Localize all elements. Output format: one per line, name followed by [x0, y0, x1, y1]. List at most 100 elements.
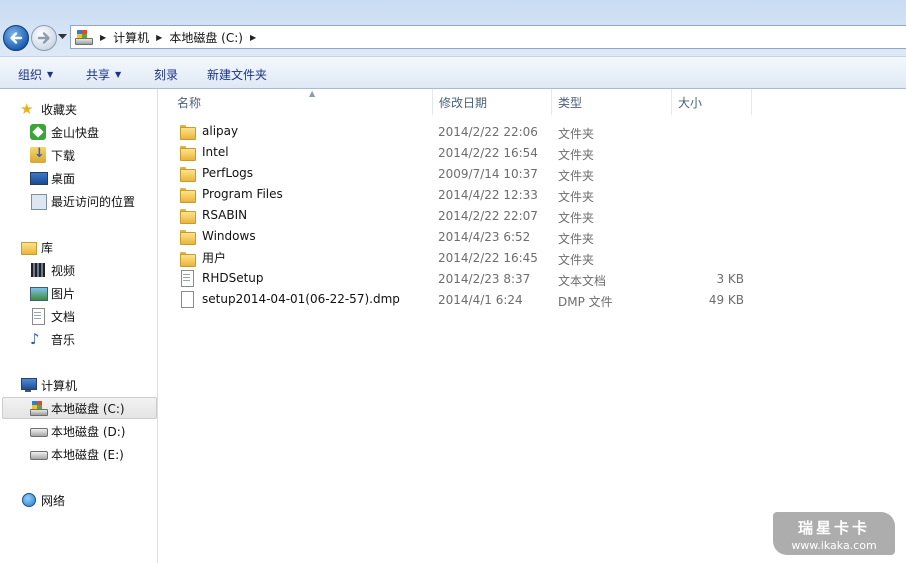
file-date: 2014/2/22 16:45 [438, 251, 538, 265]
breadcrumb-local-disk-c[interactable]: 本地磁盘 (C:) [169, 29, 243, 46]
network-icon [20, 492, 36, 508]
file-date: 2014/2/22 22:07 [438, 209, 538, 223]
nav-item-music[interactable]: ♪ 音乐 [30, 328, 75, 350]
nav-label: 库 [41, 240, 54, 255]
nav-item-local-disk-d[interactable]: 本地磁盘 (D:) [30, 420, 125, 442]
nav-item-downloads[interactable]: 下载 [30, 144, 75, 166]
file-name-cell[interactable]: RSABIN [179, 207, 248, 224]
drive-icon [75, 29, 93, 45]
table-row[interactable]: 用户 2014/2/22 16:45 文件夹 [159, 248, 906, 269]
nav-item-desktop[interactable]: 桌面 [30, 167, 75, 189]
text-document-icon [179, 270, 195, 287]
address-box[interactable]: ▶ 计算机 ▶ 本地磁盘 (C:) ▶ [70, 25, 906, 49]
nav-item-recent-places[interactable]: 最近访问的位置 [30, 190, 135, 212]
nav-item-videos[interactable]: 视频 [30, 259, 75, 281]
forward-button[interactable] [31, 25, 57, 51]
nav-favorites[interactable]: ★ 收藏夹 [20, 98, 77, 120]
column-header-type[interactable]: 类型 [552, 89, 672, 115]
organize-button[interactable]: 组织 ▼ [18, 66, 53, 83]
file-name: alipay [202, 124, 239, 138]
file-date: 2014/4/1 6:24 [438, 293, 523, 307]
nav-item-pictures[interactable]: 图片 [30, 282, 75, 304]
file-list[interactable]: 名称 ▲ 修改日期 类型 大小 alipay 2014/2/22 22:06 文件夹… [159, 89, 906, 563]
file-name-cell[interactable]: Windows [179, 228, 256, 245]
nav-libraries[interactable]: 库 [20, 236, 53, 258]
table-row[interactable]: PerfLogs 2009/7/14 10:37 文件夹 [159, 164, 906, 185]
file-date: 2009/7/14 10:37 [438, 167, 538, 181]
breadcrumb-chevron-icon[interactable]: ▶ [100, 33, 106, 42]
table-row[interactable]: Program Files 2014/4/22 12:33 文件夹 [159, 185, 906, 206]
ikaka-watermark: 瑞星卡卡 www.ikaka.com [773, 512, 895, 555]
table-row[interactable]: RHDSetup 2014/2/23 8:37 文本文档 3 KB [159, 269, 906, 290]
column-header-label: 修改日期 [439, 95, 488, 110]
table-row[interactable]: alipay 2014/2/22 22:06 文件夹 [159, 122, 906, 143]
nav-label: 本地磁盘 (D:) [51, 424, 126, 439]
file-name-cell[interactable]: alipay [179, 123, 239, 140]
nav-item-local-disk-c[interactable]: 本地磁盘 (C:) [2, 397, 157, 419]
star-icon: ★ [20, 100, 34, 118]
file-name: Program Files [202, 187, 283, 201]
folder-icon [179, 123, 196, 140]
download-icon [30, 146, 46, 163]
file-name-cell[interactable]: 用户 [179, 249, 227, 267]
column-header-label: 类型 [558, 95, 583, 110]
column-header-date[interactable]: 修改日期 [433, 89, 552, 115]
file-type: 文件夹 [558, 253, 595, 267]
back-button[interactable] [3, 25, 29, 51]
file-name: RSABIN [202, 208, 248, 222]
table-row[interactable]: Intel 2014/2/22 16:54 文件夹 [159, 143, 906, 164]
nav-label: 图片 [51, 286, 76, 301]
column-header-name[interactable]: 名称 ▲ [171, 89, 433, 115]
nav-label: 本地磁盘 (C:) [51, 401, 125, 416]
file-date: 2014/2/22 22:06 [438, 125, 538, 139]
share-button[interactable]: 共享 ▼ [86, 66, 121, 83]
file-name-cell[interactable]: setup2014-04-01(06-22-57).dmp [179, 291, 400, 308]
nav-network[interactable]: 网络 [20, 489, 65, 511]
file-name: setup2014-04-01(06-22-57).dmp [202, 292, 400, 306]
file-type: 文件夹 [558, 211, 595, 225]
navigation-pane[interactable]: ★ 收藏夹 金山快盘 下载 桌面 最近访问的位置 库 视频 图片 文档 ♪ 音乐… [0, 89, 158, 563]
new-folder-button[interactable]: 新建文件夹 [207, 66, 267, 83]
file-name-cell[interactable]: Program Files [179, 186, 283, 203]
burn-button[interactable]: 刻录 [154, 66, 178, 83]
file-name: 用户 [202, 251, 227, 265]
chevron-down-icon: ▼ [115, 70, 122, 79]
nav-label: 桌面 [51, 171, 76, 186]
watermark-title: 瑞星卡卡 [797, 519, 870, 537]
nav-item-documents[interactable]: 文档 [30, 305, 75, 327]
table-row[interactable]: RSABIN 2014/2/22 22:07 文件夹 [159, 206, 906, 227]
column-header-size[interactable]: 大小 [672, 89, 752, 115]
file-type: 文件夹 [558, 127, 595, 141]
file-type: 文件夹 [558, 190, 595, 204]
file-type: 文件夹 [558, 148, 595, 162]
breadcrumb-chevron-icon[interactable]: ▶ [250, 33, 256, 42]
table-row[interactable]: Windows 2014/4/23 6:52 文件夹 [159, 227, 906, 248]
nav-label: 本地磁盘 (E:) [51, 447, 124, 462]
watermark-url: www.ikaka.com [791, 539, 877, 552]
document-icon [30, 308, 46, 325]
sort-ascending-icon: ▲ [309, 89, 316, 98]
recent-pages-chevron-down-icon[interactable] [58, 34, 67, 40]
command-bar: 组织 ▼ 共享 ▼ 刻录 新建文件夹 [0, 56, 906, 89]
nav-item-local-disk-e[interactable]: 本地磁盘 (E:) [30, 443, 124, 465]
breadcrumb-computer[interactable]: 计算机 [113, 29, 149, 46]
nav-computer[interactable]: 计算机 [20, 374, 77, 396]
breadcrumb-chevron-icon[interactable]: ▶ [156, 33, 162, 42]
file-size: 3 KB [716, 272, 744, 286]
folder-icon [179, 165, 196, 182]
folder-icon [179, 228, 196, 245]
folder-icon [179, 207, 196, 224]
drive-icon [30, 446, 48, 462]
nav-label: 最近访问的位置 [51, 194, 136, 209]
desktop-icon [30, 170, 48, 186]
file-name-cell[interactable]: RHDSetup [179, 270, 264, 287]
nav-item-kuaipan[interactable]: 金山快盘 [30, 121, 99, 143]
column-header-label: 大小 [678, 95, 703, 110]
system-drive-icon [30, 400, 48, 416]
table-row[interactable]: setup2014-04-01(06-22-57).dmp 2014/4/1 6:… [159, 290, 906, 311]
file-date: 2014/4/22 12:33 [438, 188, 538, 202]
file-name-cell[interactable]: PerfLogs [179, 165, 253, 182]
back-arrow-icon [10, 32, 23, 44]
file-name-cell[interactable]: Intel [179, 144, 229, 161]
file-type: 文件夹 [558, 232, 595, 246]
